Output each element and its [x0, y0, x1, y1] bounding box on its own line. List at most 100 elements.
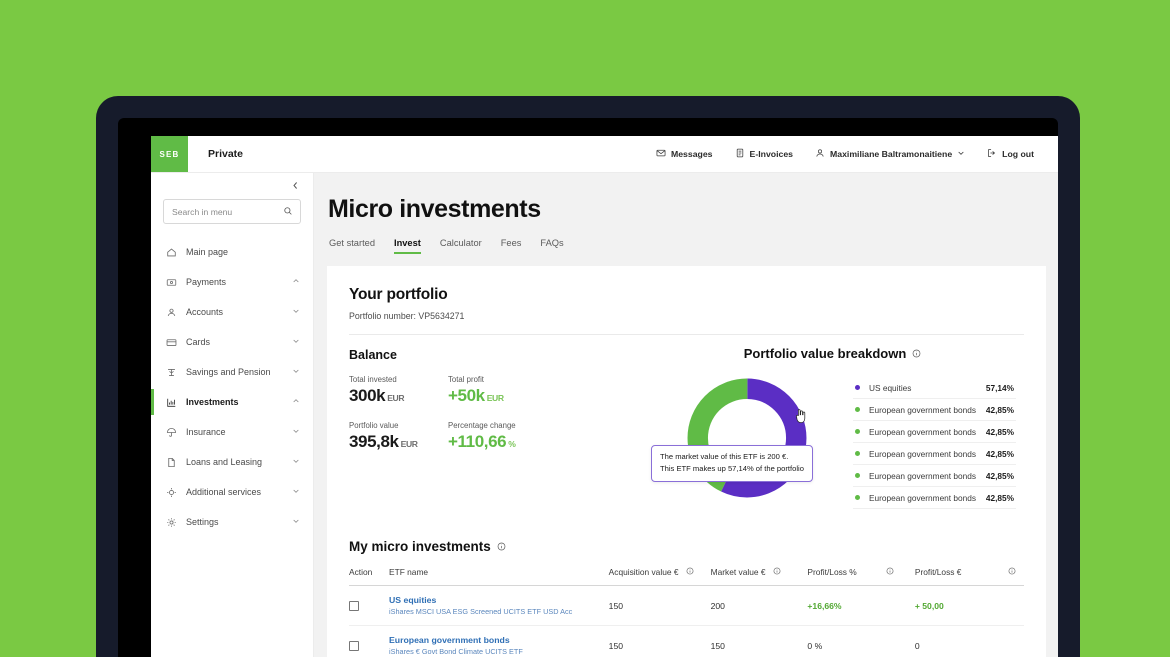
chevron-up-icon[interactable]	[292, 397, 300, 407]
row-checkbox[interactable]	[349, 601, 359, 611]
sidebar-item-insurance[interactable]: Insurance	[151, 417, 313, 447]
stat-unit: EUR	[487, 393, 504, 403]
portfolio-columns: Balance Total invested 300kEUR Total pro…	[349, 348, 1024, 509]
sidebar-label: Loans and Leasing	[186, 457, 283, 467]
legend-label: European government bonds	[869, 493, 986, 503]
info-icon[interactable]	[686, 567, 694, 577]
chevron-down-icon[interactable]	[292, 487, 300, 497]
chevron-up-icon[interactable]	[292, 277, 300, 287]
sidebar-item-cards[interactable]: Cards	[151, 327, 313, 357]
stat-value: +50kEUR	[448, 386, 641, 406]
table-row[interactable]: US equities iShares MSCI USA ESG Screene…	[349, 586, 1024, 626]
sidebar-item-investments[interactable]: Investments	[151, 387, 313, 417]
stat-label: Percentage change	[448, 421, 641, 430]
legend-color-dot	[855, 451, 860, 456]
user-icon	[815, 148, 825, 160]
table-header-row: Action ETF name Acquisition value €	[349, 567, 1024, 586]
sidebar-menu: Main page Payments	[151, 237, 313, 537]
chevron-down-icon[interactable]	[292, 337, 300, 347]
sidebar-label: Investments	[186, 397, 283, 407]
info-icon[interactable]	[497, 539, 506, 554]
etf-name[interactable]: European government bonds	[389, 635, 609, 645]
logout-link[interactable]: Log out	[987, 148, 1034, 160]
legend-label: European government bonds	[869, 471, 986, 481]
etf-name[interactable]: US equities	[389, 595, 609, 605]
info-icon[interactable]	[886, 567, 894, 577]
top-bar-actions: Messages E-Invoices	[656, 136, 1058, 172]
row-profit-loss-eur: 0	[915, 626, 1024, 657]
sidebar-item-loans-and-leasing[interactable]: Loans and Leasing	[151, 447, 313, 477]
breakdown-title-row: Portfolio value breakdown	[641, 346, 1024, 361]
tab-fees[interactable]: Fees	[501, 238, 522, 254]
legend-percent: 42,85%	[986, 449, 1014, 459]
chevron-down-icon[interactable]	[292, 307, 300, 317]
stat-label: Portfolio value	[349, 421, 448, 430]
stat-label: Total invested	[349, 375, 448, 384]
sidebar-label: Accounts	[186, 307, 283, 317]
sidebar-item-main-page[interactable]: Main page	[151, 237, 313, 267]
sidebar-item-savings-and-pension[interactable]: Savings and Pension	[151, 357, 313, 387]
home-icon	[166, 247, 177, 258]
legend-label: European government bonds	[869, 427, 986, 437]
row-acquisition: 150	[609, 586, 711, 626]
page-title: Micro investments	[327, 173, 1046, 224]
laptop-screen: SEB Private Messages	[118, 118, 1058, 657]
legend-item[interactable]: European government bonds 42,85%	[853, 399, 1016, 421]
tooltip-line-1: The market value of this ETF is 200 €.	[660, 451, 804, 463]
info-icon[interactable]	[1008, 567, 1016, 577]
row-profit-loss-pct: +16,66%	[807, 586, 914, 626]
row-market: 200	[711, 586, 808, 626]
chevron-down-icon[interactable]	[292, 427, 300, 437]
stat-value: 300kEUR	[349, 386, 448, 406]
donut-svg[interactable]	[682, 373, 812, 503]
sidebar-item-additional-services[interactable]: Additional services	[151, 477, 313, 507]
row-etf-cell: European government bonds iShares € Govt…	[389, 626, 609, 657]
legend-item[interactable]: European government bonds 42,85%	[853, 421, 1016, 443]
segment-label[interactable]: Private	[188, 136, 243, 172]
chart-row: The market value of this ETF is 200 €. T…	[641, 373, 1024, 509]
user-menu[interactable]: Maximiliane Baltramonaitiene	[815, 148, 965, 160]
chevron-down-icon[interactable]	[292, 457, 300, 467]
messages-link[interactable]: Messages	[656, 148, 713, 160]
row-checkbox[interactable]	[349, 641, 359, 651]
legend-color-dot	[855, 429, 860, 434]
legend-item[interactable]: European government bonds 42,85%	[853, 465, 1016, 487]
document-icon	[166, 457, 177, 468]
investments-title-row: My micro investments	[349, 539, 1024, 554]
donut-chart[interactable]: The market value of this ETF is 200 €. T…	[682, 373, 812, 503]
legend-item[interactable]: European government bonds 42,85%	[853, 443, 1016, 465]
search-box[interactable]	[163, 199, 301, 224]
chevron-down-icon[interactable]	[292, 517, 300, 527]
search-icon[interactable]	[283, 203, 293, 221]
legend-label: European government bonds	[869, 405, 986, 415]
chevron-down-icon[interactable]	[292, 367, 300, 377]
col-acquisition-value: Acquisition value €	[609, 567, 711, 586]
stat-value: 395,8kEUR	[349, 432, 448, 452]
legend-color-dot	[855, 495, 860, 500]
table-row[interactable]: European government bonds iShares € Govt…	[349, 626, 1024, 657]
sidebar-item-payments[interactable]: Payments	[151, 267, 313, 297]
legend-item[interactable]: US equities 57,14%	[853, 377, 1016, 399]
sidebar-item-settings[interactable]: Settings	[151, 507, 313, 537]
tab-get-started[interactable]: Get started	[329, 238, 375, 254]
col-profit-loss-eur: Profit/Loss €	[915, 567, 1024, 586]
info-icon[interactable]	[773, 567, 781, 577]
legend-item[interactable]: European government bonds 42,85%	[853, 487, 1016, 509]
tab-faqs[interactable]: FAQs	[540, 238, 563, 254]
sidebar-item-accounts[interactable]: Accounts	[151, 297, 313, 327]
chevron-left-icon[interactable]	[291, 177, 300, 195]
divider	[349, 334, 1024, 335]
einvoices-link[interactable]: E-Invoices	[735, 148, 793, 160]
legend-percent: 42,85%	[986, 405, 1014, 415]
body-split: Main page Payments	[151, 173, 1058, 657]
tab-calculator[interactable]: Calculator	[440, 238, 482, 254]
search-input[interactable]	[172, 207, 283, 217]
sidebar: Main page Payments	[151, 173, 314, 657]
seb-logo[interactable]: SEB	[151, 136, 188, 172]
breakdown-section: Portfolio value breakdown	[641, 348, 1024, 509]
tab-invest[interactable]: Invest	[394, 238, 421, 254]
sidebar-label: Settings	[186, 517, 283, 527]
mail-icon	[656, 148, 666, 160]
donut-wrap: The market value of this ETF is 200 €. T…	[641, 373, 853, 503]
info-icon[interactable]	[912, 346, 921, 361]
